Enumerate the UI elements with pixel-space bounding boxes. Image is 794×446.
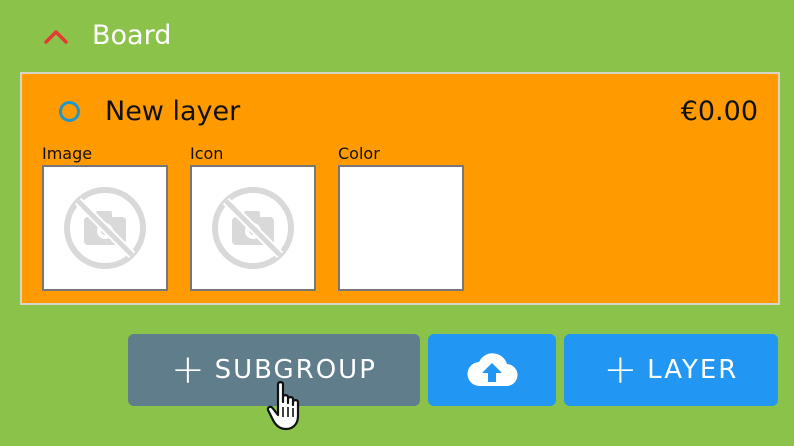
cloud-upload-icon xyxy=(467,353,518,387)
no-image-icon xyxy=(64,187,146,269)
plus-icon: + xyxy=(171,347,207,393)
add-layer-button[interactable]: + LAYER xyxy=(564,334,778,406)
layer-name: New layer xyxy=(105,96,241,127)
layer-card[interactable]: New layer €0.00 Image Icon Color xyxy=(20,72,780,305)
board-header[interactable]: Board xyxy=(0,0,794,72)
add-layer-label: LAYER xyxy=(647,355,739,385)
image-slot[interactable] xyxy=(42,165,168,291)
upload-button[interactable] xyxy=(428,334,556,406)
plus-icon: + xyxy=(603,347,640,393)
layer-radio[interactable] xyxy=(59,101,80,122)
icon-slot[interactable] xyxy=(190,165,316,291)
icon-slot-label: Icon xyxy=(190,144,224,163)
board-title: Board xyxy=(92,20,172,51)
chevron-up-icon[interactable] xyxy=(42,24,70,48)
color-slot-label: Color xyxy=(338,144,380,163)
no-image-icon xyxy=(212,187,294,269)
layer-price: €0.00 xyxy=(680,96,758,127)
hand-pointer-icon xyxy=(266,381,300,431)
image-slot-label: Image xyxy=(42,144,93,163)
color-slot[interactable] xyxy=(338,165,464,291)
